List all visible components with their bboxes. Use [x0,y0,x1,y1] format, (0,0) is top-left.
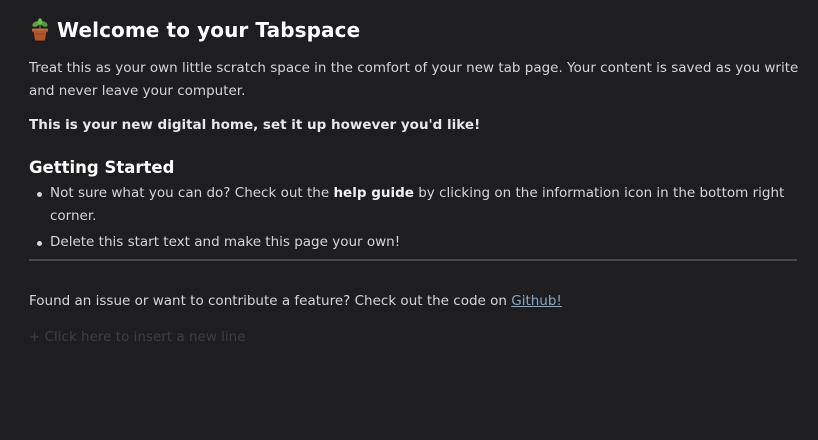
github-link[interactable]: Github! [511,293,562,309]
contribute-text: Found an issue or want to contribute a f… [29,293,512,309]
getting-started-heading[interactable]: Getting Started [29,158,174,177]
list-item[interactable]: Not sure what you can do? Check out the … [37,182,818,228]
list-item-text-before: Not sure what you can do? Check out the [50,185,334,201]
contribute-paragraph[interactable]: Found an issue or want to contribute a f… [29,290,562,313]
page-title-text: Welcome to your Tabspace [57,18,361,42]
list-item-text: Delete this start text and make this pag… [50,234,401,250]
page-title[interactable]: Welcome to your Tabspace [29,18,360,42]
tabspace-page: Welcome to your Tabspace Treat this as y… [0,0,818,440]
tagline[interactable]: This is your new digital home, set it up… [29,114,480,137]
horizontal-divider [29,259,797,261]
getting-started-list: Not sure what you can do? Check out the … [29,182,818,257]
insert-new-line-button[interactable]: + Click here to insert a new line [29,326,246,349]
potted-plant-icon [29,18,51,42]
intro-paragraph[interactable]: Treat this as your own little scratch sp… [29,57,799,103]
help-guide-text: help guide [333,185,414,201]
list-item[interactable]: Delete this start text and make this pag… [37,231,818,254]
